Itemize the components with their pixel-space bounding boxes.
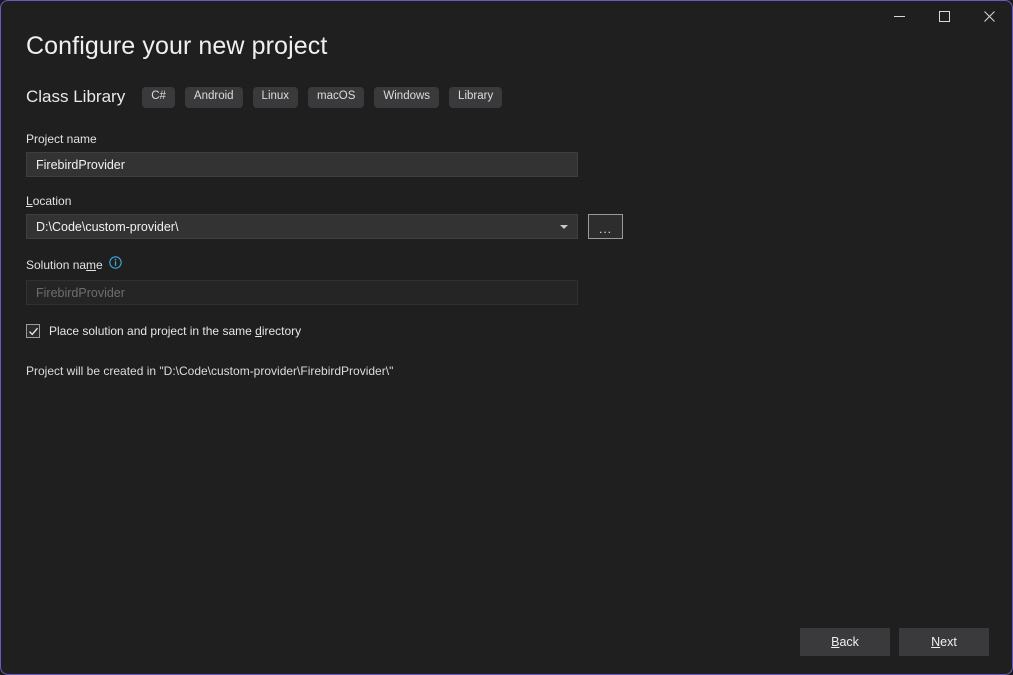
next-button[interactable]: Next <box>899 628 989 656</box>
solution-name-input[interactable]: FirebirdProvider <box>26 280 578 305</box>
project-name-input[interactable]: FirebirdProvider <box>26 152 578 177</box>
creation-path-note: Project will be created in "D:\Code\cust… <box>26 364 394 378</box>
chevron-down-icon <box>560 224 568 229</box>
minimize-button[interactable] <box>877 1 922 32</box>
info-icon[interactable] <box>108 256 122 274</box>
close-icon <box>984 11 995 22</box>
maximize-button[interactable] <box>922 1 967 32</box>
solution-name-placeholder: FirebirdProvider <box>36 285 125 300</box>
location-row: D:\Code\custom-provider\ ... <box>26 214 636 239</box>
browse-button[interactable]: ... <box>588 214 623 239</box>
project-form: Project name FirebirdProvider Location D… <box>26 132 636 378</box>
location-combobox[interactable]: D:\Code\custom-provider\ <box>26 214 578 239</box>
project-name-label: Project name <box>26 132 97 146</box>
back-button[interactable]: Back <box>800 628 890 656</box>
same-directory-row[interactable]: Place solution and project in the same d… <box>26 324 636 338</box>
page-title: Configure your new project <box>26 32 328 60</box>
close-button[interactable] <box>967 1 1012 32</box>
tag-macos: macOS <box>308 87 365 108</box>
tag-language: C# <box>142 87 175 108</box>
same-directory-checkbox[interactable] <box>26 324 40 338</box>
tag-windows: Windows <box>374 87 440 108</box>
project-name-value: FirebirdProvider <box>36 157 125 172</box>
maximize-icon <box>939 11 950 22</box>
checkmark-icon <box>28 327 38 335</box>
template-name: Class Library <box>26 87 126 107</box>
location-value: D:\Code\custom-provider\ <box>36 219 179 234</box>
tag-linux: Linux <box>252 87 299 108</box>
dialog-footer: Back Next <box>800 628 989 656</box>
same-directory-label: Place solution and project in the same d… <box>49 324 302 338</box>
tag-library: Library <box>449 87 503 108</box>
minimize-icon <box>894 11 905 22</box>
solution-name-label: Solution name <box>26 258 103 272</box>
tag-android: Android <box>184 87 243 108</box>
configure-project-dialog: Configure your new project Class Library… <box>0 0 1013 675</box>
template-summary: Class Library C# Android Linux macOS Win… <box>26 87 503 108</box>
location-label: Location <box>26 194 72 208</box>
title-bar <box>1 1 1012 32</box>
solution-name-label-row: Solution name <box>26 256 636 274</box>
